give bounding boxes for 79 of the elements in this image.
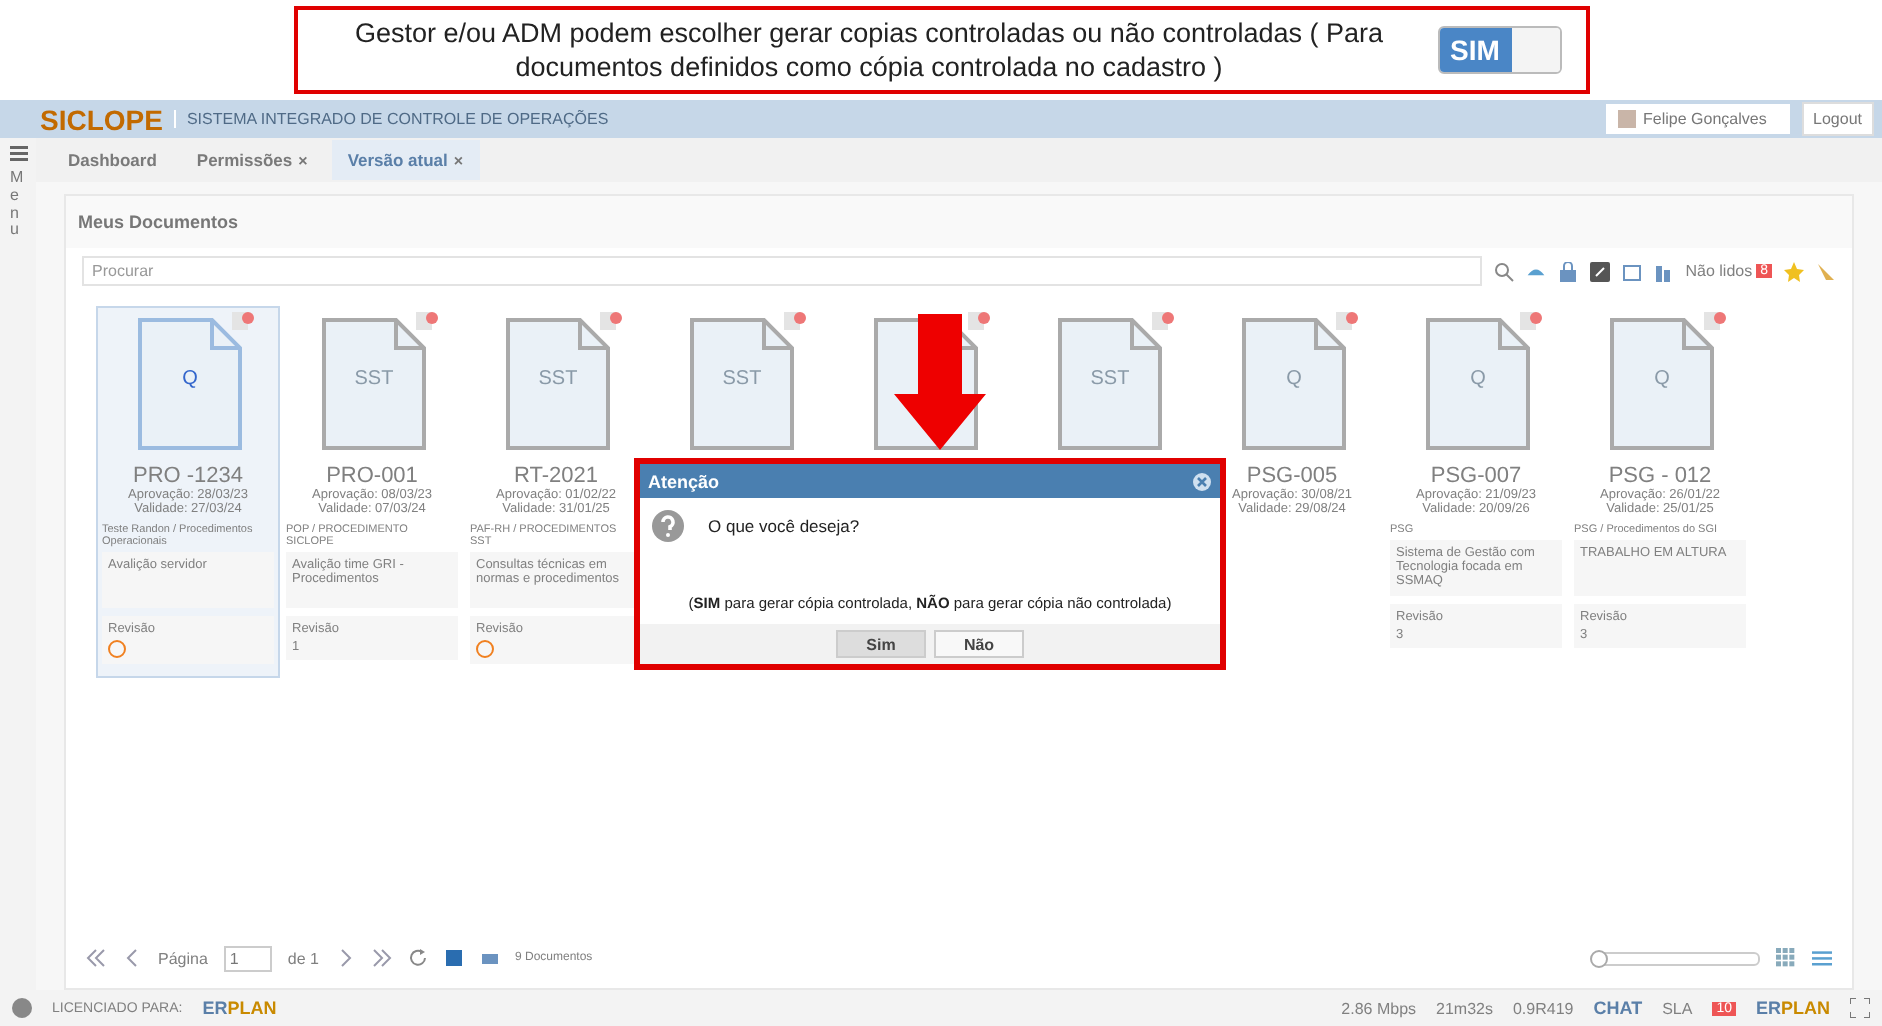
dialog-button[interactable]: Sim: [836, 630, 926, 658]
arrow-icon: [894, 314, 986, 450]
pin-badge-icon: [1520, 312, 1542, 330]
document-code: PSG-007: [1430, 464, 1522, 488]
slider-thumb[interactable]: [1590, 949, 1608, 967]
list-view-icon[interactable]: [1812, 948, 1832, 968]
document-label: Q: [1470, 368, 1486, 390]
first-page-icon[interactable]: [86, 948, 106, 968]
brand-logo: ERPLAN: [202, 998, 277, 1018]
document-icon: [322, 318, 426, 450]
page-field[interactable]: 1: [223, 945, 272, 971]
document-icon: [1242, 318, 1346, 450]
document-label: SST: [1090, 368, 1130, 390]
tab[interactable]: Dashboard: [52, 140, 173, 180]
document-label: Q: [1654, 368, 1670, 390]
version-label: 0.9R419: [1512, 999, 1574, 1017]
logout-button[interactable]: Logout: [1801, 102, 1874, 136]
pin-badge-icon: [968, 312, 990, 330]
document-code: PRO-001: [326, 464, 418, 488]
panel-title: Meus Documentos: [66, 196, 1852, 248]
session-time: 21m32s: [1436, 999, 1493, 1017]
fullscreen-icon[interactable]: [1850, 998, 1870, 1018]
page-total: de 1: [287, 949, 319, 967]
next-page-icon[interactable]: [335, 948, 355, 968]
zoom-slider[interactable]: [1596, 951, 1760, 965]
document-icon: [506, 318, 610, 450]
page-label: Página: [158, 949, 208, 967]
app-subtitle: SISTEMA INTEGRADO DE CONTROLE DE OPERAÇÕES: [174, 110, 1594, 128]
document-label: Q: [182, 368, 198, 390]
chat-button[interactable]: CHAT: [1593, 998, 1643, 1018]
pin-badge-icon: [1152, 312, 1174, 330]
tab[interactable]: Permissões ×: [180, 140, 324, 180]
toggle-switch[interactable]: SIM: [1437, 26, 1561, 74]
dialog-title: Atenção: [648, 471, 720, 491]
document-icon: [138, 318, 242, 450]
document-label: Q: [1286, 368, 1302, 390]
document-icon: [690, 318, 794, 450]
lock-icon[interactable]: [1557, 261, 1578, 281]
previous-page-icon[interactable]: [122, 948, 142, 968]
network-speed: 2.86 Mbps: [1341, 999, 1417, 1017]
pin-badge-icon: [232, 312, 254, 330]
sla-menu[interactable]: SLA: [1662, 999, 1693, 1017]
building-icon[interactable]: [1653, 261, 1674, 281]
document-icon: [1058, 318, 1162, 450]
pin-badge-icon: [416, 312, 438, 330]
grid-view-icon[interactable]: [1776, 948, 1796, 968]
search-icon[interactable]: [1493, 261, 1514, 281]
document-card[interactable]: SST: [1016, 306, 1200, 462]
user-menu[interactable]: Felipe Gonçalves: [1605, 104, 1790, 134]
pin-badge-icon: [784, 312, 806, 330]
last-page-icon[interactable]: [371, 948, 391, 968]
pin-badge-icon: [600, 312, 622, 330]
refresh-icon[interactable]: [407, 948, 427, 968]
question-icon: [652, 510, 684, 542]
callout-text: Gestor e/ou ADM podem escolher gerar copias controladas ou não controladas ( Para documentos definidos como cópia controlada no cadastro ): [352, 16, 1386, 84]
brand-logo: ERPLAN: [1755, 998, 1830, 1018]
sidebar-label: Menu: [10, 170, 26, 241]
dialog-button[interactable]: Não: [934, 630, 1024, 658]
document-label: SST: [538, 368, 578, 390]
dialog-question: O que você deseja?: [708, 516, 860, 536]
star-icon[interactable]: [1784, 261, 1804, 281]
pin-badge-icon: [1336, 312, 1358, 330]
document-code: PSG - 012: [1608, 464, 1712, 488]
document-card[interactable]: SST: [648, 306, 832, 462]
menu-icon[interactable]: [9, 146, 27, 162]
close-icon[interactable]: ×: [298, 151, 308, 169]
close-icon[interactable]: [1192, 471, 1212, 491]
document-icon: [1610, 318, 1714, 450]
document-icon: [1426, 318, 1530, 450]
document-label: SST: [354, 368, 394, 390]
document-code: PSG-005: [1246, 464, 1338, 488]
search-field[interactable]: Procurar: [82, 256, 1482, 286]
document-label: SST: [722, 368, 762, 390]
document-code: RT-2021: [514, 464, 598, 488]
pin-badge-icon: [1704, 312, 1726, 330]
close-icon[interactable]: ×: [453, 151, 464, 169]
app-logo: SICLOPE: [40, 103, 163, 135]
document-code: PRO -1234: [132, 464, 244, 488]
tab[interactable]: Versão atual ×: [331, 140, 480, 180]
